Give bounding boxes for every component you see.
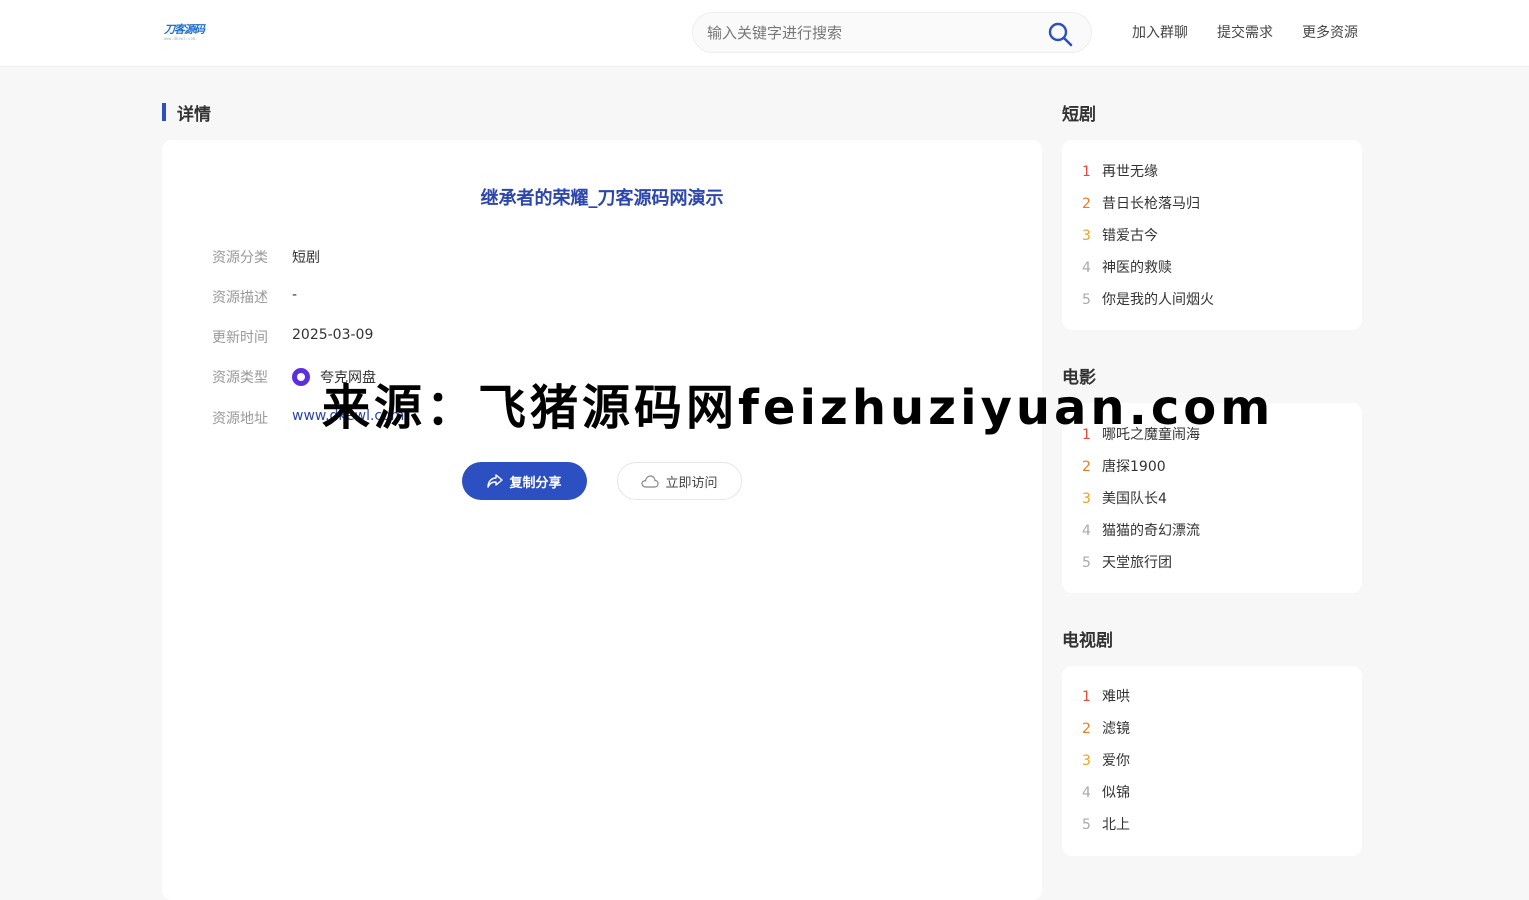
label-update-time: 更新时间 [212,330,268,346]
top-header: 刀客源码 www.dkewl.com 加入群聊 提交需求 更多资源 [0,0,1529,67]
visit-now-label: 立即访问 [665,475,718,491]
label-resource-address: 资源地址 [212,411,268,427]
value-update-time: 2025-03-09 [292,327,374,343]
logo-subtext: www.dkewl.com [164,36,196,41]
quark-disk-icon [292,368,310,386]
section-accent-bar [162,103,166,121]
site-logo[interactable]: 刀客源码 www.dkewl.com [164,24,208,44]
sidebar-card-tv-series: 1 难哄 2 滤镜 3 爱你 4 似锦 5 北上 [1062,666,1362,856]
copy-share-label: 复制分享 [509,475,562,491]
list-item[interactable]: 5 天堂旅行团 [1082,552,1172,572]
list-item[interactable]: 2 昔日长枪落马归 [1082,193,1200,213]
copy-share-button[interactable]: 复制分享 [462,462,587,500]
value-category: 短剧 [292,250,320,266]
nav-join-group[interactable]: 加入群聊 [1132,22,1188,42]
share-icon [487,474,504,488]
search-box [692,12,1092,53]
resource-title: 继承者的荣耀_刀客源码网演示 [480,188,724,209]
detail-card: 继承者的荣耀_刀客源码网演示 资源分类 短剧 资源描述 - 更新时间 2025-… [162,140,1042,900]
list-item[interactable]: 5 北上 [1082,814,1130,834]
visit-now-button[interactable]: 立即访问 [617,462,742,500]
value-description: - [292,287,298,303]
list-item[interactable]: 4 猫猫的奇幻漂流 [1082,520,1200,540]
sidebar-card-short-drama: 1 再世无缘 2 昔日长枪落马归 3 错爱古今 4 神医的救赎 5 你是我的人间烟火 [1062,140,1362,330]
list-item[interactable]: 3 爱你 [1082,750,1130,770]
list-item[interactable]: 4 似锦 [1082,782,1130,802]
search-icon[interactable] [1047,21,1073,47]
label-resource-type: 资源类型 [212,370,268,386]
list-item[interactable]: 5 你是我的人间烟火 [1082,289,1214,309]
search-input[interactable] [705,17,1035,48]
list-item[interactable]: 3 错爱古今 [1082,225,1158,245]
list-item[interactable]: 1 难哄 [1082,686,1130,706]
list-item[interactable]: 1 再世无缘 [1082,161,1158,181]
label-description: 资源描述 [212,290,268,306]
list-item[interactable]: 2 唐探1900 [1082,456,1166,476]
nav-submit-request[interactable]: 提交需求 [1217,22,1273,42]
list-item[interactable]: 4 神医的救赎 [1082,257,1172,277]
label-category: 资源分类 [212,250,268,266]
sidebar-title-tv-series: 电视剧 [1062,631,1113,651]
list-item[interactable]: 3 美国队长4 [1082,488,1167,508]
list-item[interactable]: 2 滤镜 [1082,718,1130,738]
cloud-icon [641,474,660,488]
logo-text: 刀客源码 [164,23,205,36]
detail-section-title: 详情 [177,105,211,125]
watermark-text: 来源：飞猪源码网feizhuziyuan.com [322,380,1275,436]
nav-more-resources[interactable]: 更多资源 [1302,22,1358,42]
sidebar-title-short-drama: 短剧 [1062,105,1096,125]
